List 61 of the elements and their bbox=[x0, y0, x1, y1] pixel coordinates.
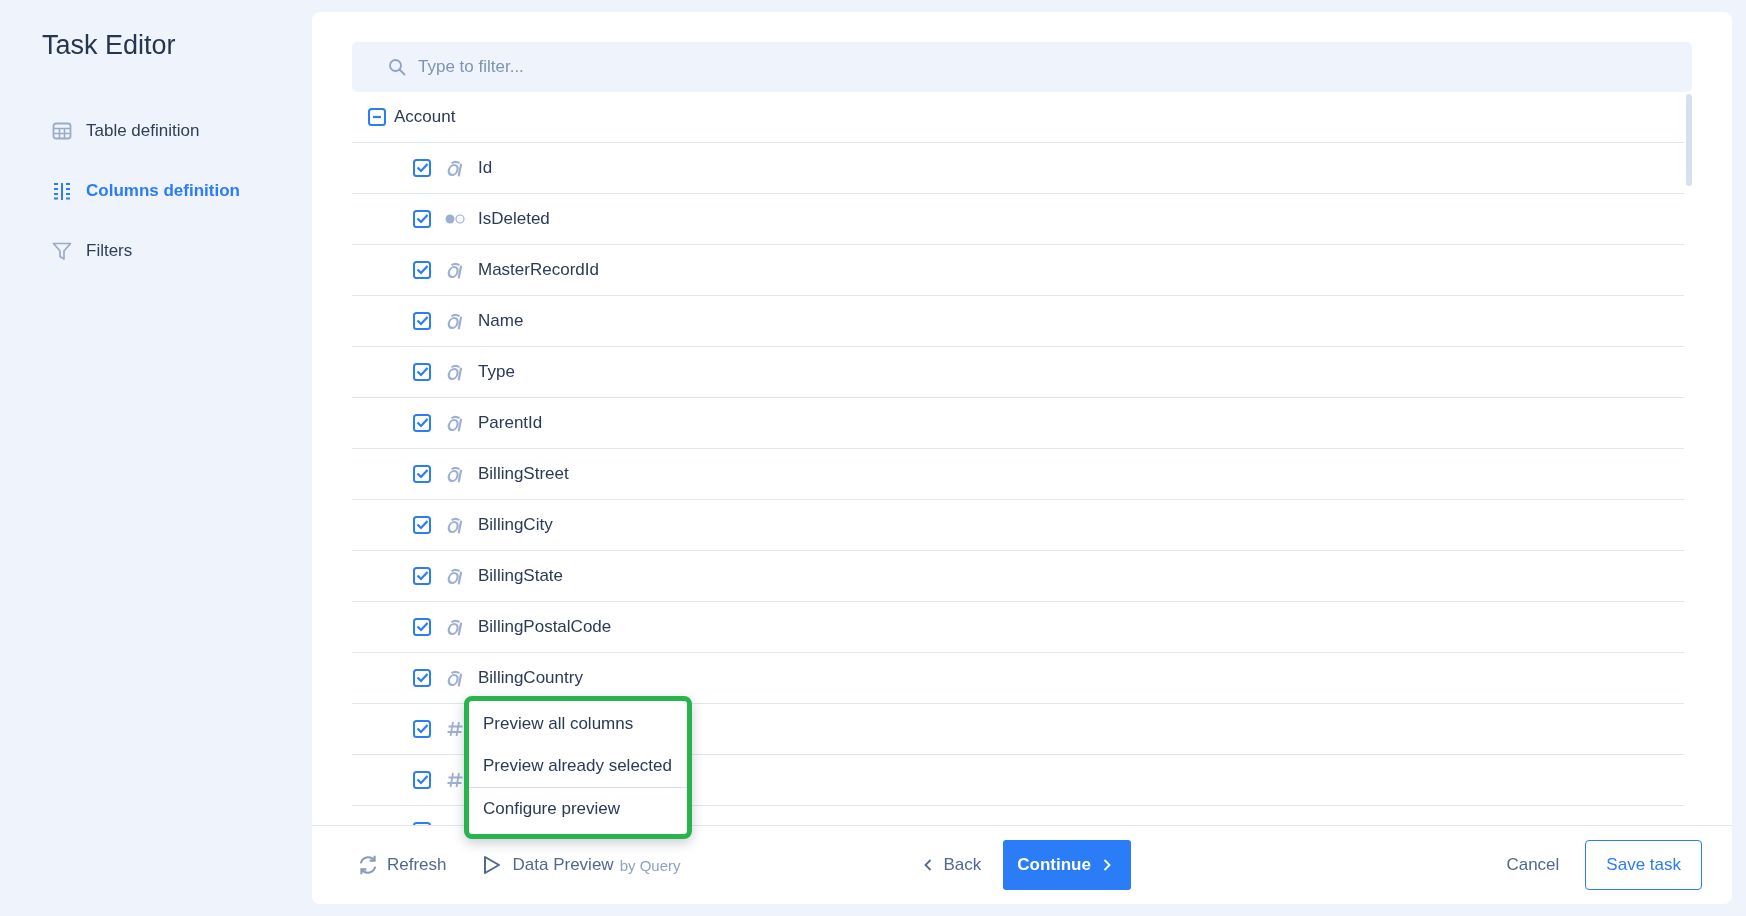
checkbox[interactable] bbox=[413, 312, 431, 330]
column-name: MasterRecordId bbox=[478, 260, 599, 280]
checkbox[interactable] bbox=[413, 771, 431, 789]
checkbox[interactable] bbox=[413, 363, 431, 381]
checkbox[interactable] bbox=[413, 159, 431, 177]
column-name: BillingState bbox=[478, 566, 564, 586]
refresh-icon bbox=[357, 854, 379, 876]
text-type-icon bbox=[445, 567, 465, 585]
save-task-button[interactable]: Save task bbox=[1585, 840, 1702, 890]
column-name: BillingCity bbox=[478, 515, 553, 535]
filter-icon bbox=[52, 241, 72, 261]
hash-icon bbox=[445, 771, 465, 789]
refresh-button[interactable]: Refresh bbox=[357, 850, 447, 880]
sidebar-item[interactable]: Columns definition bbox=[52, 161, 240, 221]
column-name: BillingPostalCode bbox=[478, 617, 612, 637]
column-name: Type bbox=[478, 362, 515, 382]
text-type-icon bbox=[445, 465, 465, 483]
checkbox[interactable] bbox=[413, 261, 431, 279]
table-name: Account bbox=[394, 107, 456, 127]
column-name: BillingStreet bbox=[478, 464, 569, 484]
data-preview-button[interactable]: Data Preview by Query bbox=[482, 851, 681, 879]
cancel-button[interactable]: Cancel bbox=[1506, 851, 1560, 879]
app-title: Task Editor bbox=[42, 30, 176, 61]
chevron-right-icon bbox=[1102, 859, 1111, 871]
play-icon bbox=[482, 855, 501, 875]
sidebar-item[interactable]: Table definition bbox=[52, 101, 200, 161]
column-name: Id bbox=[478, 158, 493, 178]
text-type-icon bbox=[445, 669, 465, 687]
hash-icon bbox=[445, 720, 465, 738]
toggle-icon bbox=[445, 214, 465, 224]
column-name: Name bbox=[478, 311, 524, 331]
collapse-checkbox[interactable] bbox=[368, 108, 386, 126]
column-name: IsDeleted bbox=[478, 209, 550, 229]
checkbox[interactable] bbox=[413, 210, 431, 228]
search-field[interactable]: Type to filter... bbox=[352, 42, 1692, 92]
text-type-icon bbox=[445, 363, 465, 381]
text-type-icon bbox=[445, 312, 465, 330]
scrollbar[interactable] bbox=[1686, 94, 1692, 186]
text-type-icon bbox=[445, 414, 465, 432]
columns-icon bbox=[52, 181, 72, 201]
checkbox[interactable] bbox=[413, 669, 431, 687]
checkbox[interactable] bbox=[413, 465, 431, 483]
continue-button[interactable]: Continue bbox=[1003, 840, 1132, 890]
checkbox[interactable] bbox=[413, 720, 431, 738]
text-type-icon bbox=[445, 261, 465, 279]
menu-item[interactable]: Preview all columns bbox=[469, 703, 687, 745]
text-type-icon bbox=[445, 159, 465, 177]
text-type-icon bbox=[445, 516, 465, 534]
chevron-left-icon bbox=[923, 859, 932, 871]
back-button[interactable]: Back bbox=[923, 851, 982, 879]
sidebar-item[interactable]: Filters bbox=[52, 221, 133, 281]
table-icon bbox=[52, 121, 72, 141]
menu-item[interactable]: Preview already selected bbox=[469, 745, 687, 787]
column-name: BillingCountry bbox=[478, 668, 583, 688]
checkbox[interactable] bbox=[413, 414, 431, 432]
column-name: ParentId bbox=[478, 413, 543, 433]
menu-item[interactable]: Configure preview bbox=[469, 788, 687, 830]
checkbox[interactable] bbox=[413, 516, 431, 534]
checkbox[interactable] bbox=[413, 567, 431, 585]
checkbox[interactable] bbox=[413, 618, 431, 636]
text-type-icon bbox=[445, 618, 465, 636]
